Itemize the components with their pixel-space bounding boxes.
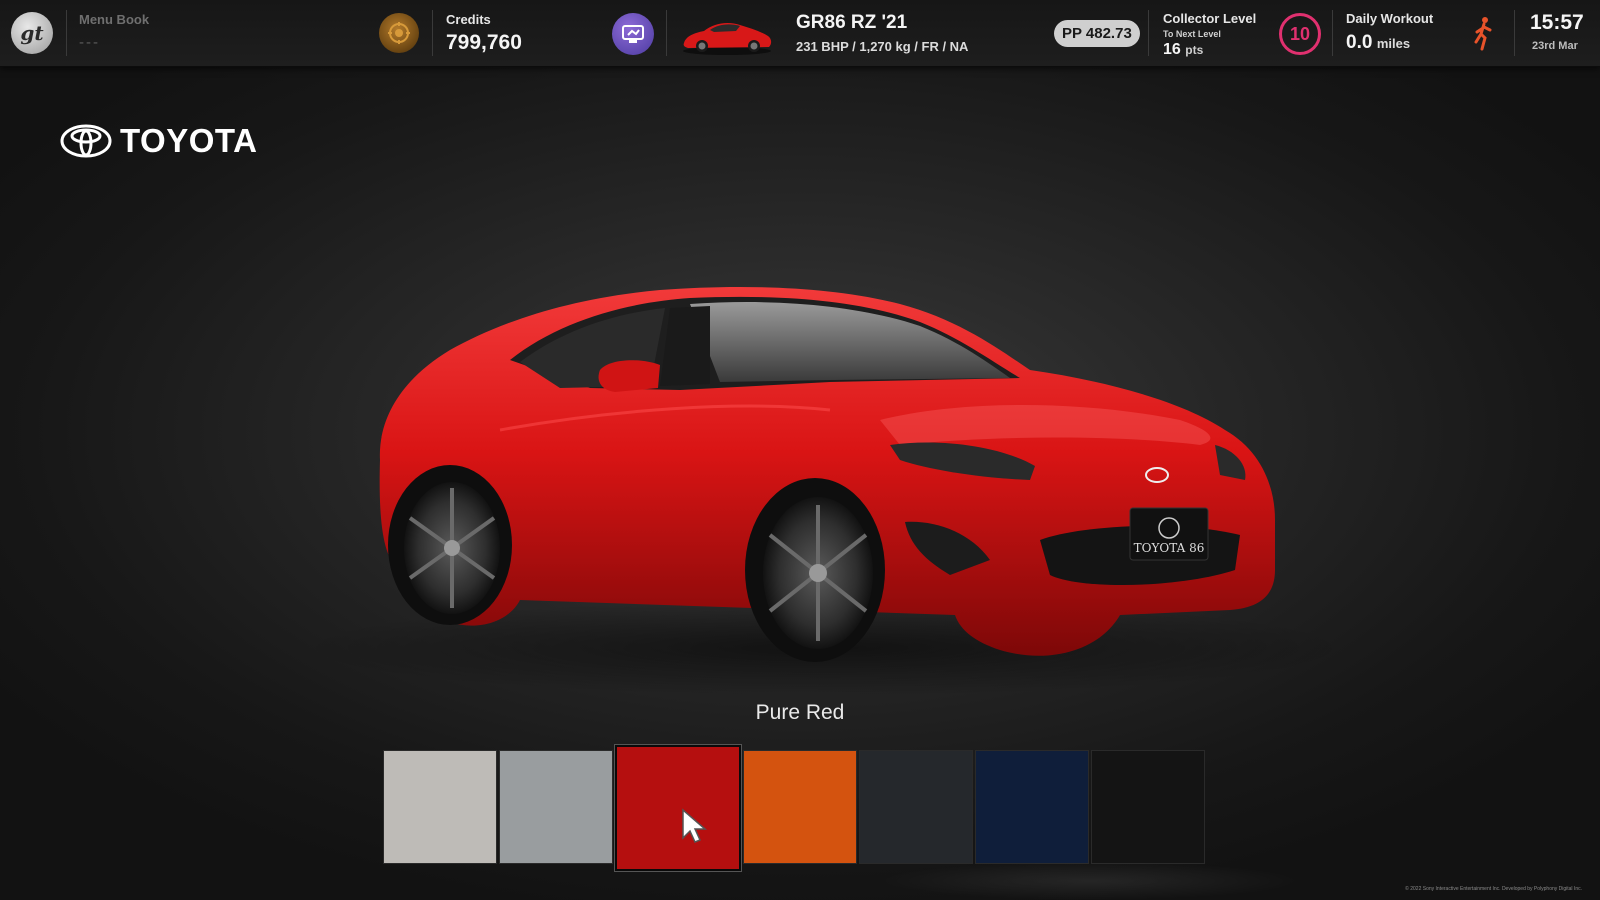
runner-icon [1474, 17, 1492, 51]
daily-workout: 0.0 miles [1346, 32, 1410, 54]
color-swatch-selected[interactable] [615, 745, 741, 871]
credits-coin-icon [379, 13, 419, 53]
top-status-bar: gt Menu Book --- Credits 799,760 GR86 RZ… [0, 0, 1600, 67]
color-swatch[interactable] [975, 750, 1089, 864]
color-swatch[interactable] [499, 750, 613, 864]
divider [666, 10, 667, 56]
floor-reflection [880, 862, 1300, 900]
daily-workout-value: 0.0 [1346, 32, 1373, 53]
collector-level-badge: 10 [1279, 13, 1321, 55]
divider [1148, 10, 1149, 56]
brand-logo: TOYOTA [60, 122, 257, 160]
clock-date: 23rd Mar [1532, 40, 1578, 52]
gt-logo-icon[interactable]: gt [11, 12, 53, 54]
cursor-arrow-icon [682, 808, 708, 843]
car-thumbnail[interactable] [680, 16, 774, 56]
credits-value: 799,760 [446, 31, 522, 54]
collector-points-value: 16 [1163, 41, 1181, 58]
clock-time: 15:57 [1530, 11, 1584, 34]
car-specs: 231 BHP / 1,270 kg / FR / NA [796, 39, 969, 54]
menu-book-value: --- [79, 34, 100, 51]
color-swatch[interactable] [743, 750, 857, 864]
divider [66, 10, 67, 56]
selected-color-name: Pure Red [755, 701, 845, 724]
car-model: TOYOTA 86 [379, 286, 1275, 662]
car-name: GR86 RZ '21 [796, 12, 908, 33]
copyright-text: © 2022 Sony Interactive Entertainment In… [1405, 886, 1582, 892]
collector-points-unit: pts [1185, 43, 1204, 57]
garage-icon[interactable] [612, 13, 654, 55]
divider [1332, 10, 1333, 56]
menu-book-title: Menu Book [79, 12, 150, 27]
car-color-select-screen: gt Menu Book --- Credits 799,760 GR86 RZ… [0, 0, 1600, 900]
daily-workout-unit: miles [1376, 36, 1411, 51]
pp-badge: PP 482.73 [1054, 20, 1140, 47]
color-swatch[interactable] [383, 750, 497, 864]
divider [432, 10, 433, 56]
color-swatch[interactable] [859, 750, 973, 864]
credits-label: Credits [446, 12, 491, 27]
collector-points: 16 pts [1163, 41, 1203, 59]
divider [1514, 10, 1515, 56]
collector-level-title: Collector Level [1163, 11, 1257, 26]
license-plate-text: TOYOTA 86 [1134, 541, 1205, 555]
toyota-emblem-icon [60, 124, 112, 158]
color-swatch[interactable] [1091, 750, 1205, 864]
collector-next-label: To Next Level [1163, 29, 1221, 39]
daily-workout-title: Daily Workout [1346, 11, 1434, 26]
brand-name: TOYOTA [120, 122, 258, 159]
